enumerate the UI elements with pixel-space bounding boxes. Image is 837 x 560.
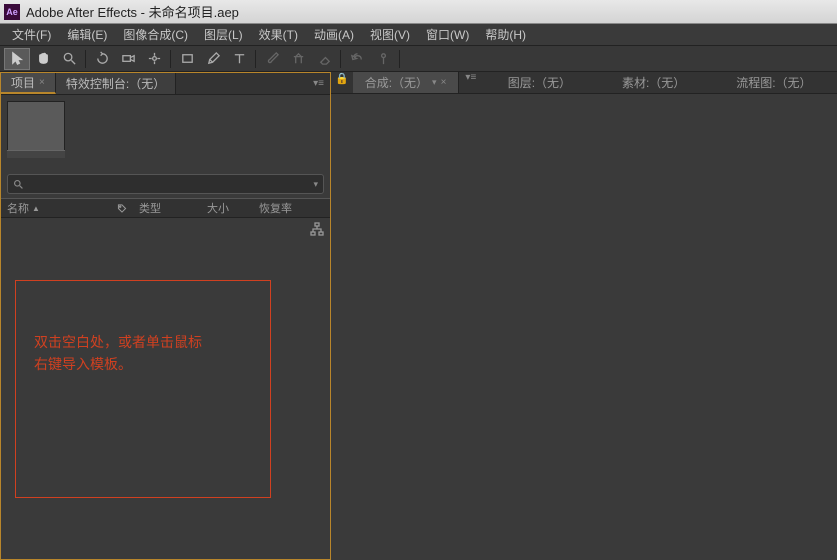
annotation-box: 双击空白处，或者单击鼠标 右键导入模板。 xyxy=(15,280,271,498)
search-icon xyxy=(13,179,24,190)
menu-layer[interactable]: 图层(L) xyxy=(196,24,251,45)
zoom-tool[interactable] xyxy=(56,48,82,70)
window-title: Adobe After Effects - 未命名项目.aep xyxy=(26,2,239,21)
roto-tool[interactable] xyxy=(344,48,370,70)
tab-effect-controls-label: 特效控制台:（无） xyxy=(66,75,165,92)
panel-menu-right[interactable]: ▾≡ xyxy=(459,72,482,93)
right-tab-row: 🔒 合成:（无） ▾ × ▾≡ 图层:（无） 素材:（无） 流程图:（无） xyxy=(331,72,837,94)
hint-line1: 双击空白处，或者单击鼠标 xyxy=(34,331,252,353)
left-tab-row: 项目 × 特效控制台:（无） ▾≡ xyxy=(1,73,330,95)
menu-edit[interactable]: 编辑(E) xyxy=(59,24,115,45)
flowchart-icon[interactable] xyxy=(310,222,326,238)
brush-tool[interactable] xyxy=(259,48,285,70)
camera-tool[interactable] xyxy=(115,48,141,70)
tab-composition[interactable]: 合成:（无） ▾ × xyxy=(353,72,460,93)
menu-bar: 文件(F) 编辑(E) 图像合成(C) 图层(L) 效果(T) 动画(A) 视图… xyxy=(0,24,837,46)
tab-project-label: 项目 xyxy=(11,74,35,91)
selection-tool[interactable] xyxy=(4,48,30,70)
tag-icon xyxy=(117,203,127,214)
tab-effect-controls[interactable]: 特效控制台:（无） xyxy=(56,73,176,94)
anchor-tool[interactable] xyxy=(141,48,167,70)
rotation-tool[interactable] xyxy=(89,48,115,70)
column-header: 名称 ▲ 类型 大小 恢复率 xyxy=(1,198,330,218)
col-type[interactable]: 类型 xyxy=(133,200,201,216)
window-titlebar: Ae Adobe After Effects - 未命名项目.aep xyxy=(0,0,837,24)
menu-effect[interactable]: 效果(T) xyxy=(251,24,306,45)
rectangle-tool[interactable] xyxy=(174,48,200,70)
workspace: 项目 × 特效控制台:（无） ▾≡ ▾ 名称 ▲ xyxy=(0,72,837,560)
close-icon[interactable]: × xyxy=(39,77,45,88)
viewer-panel: 🔒 合成:（无） ▾ × ▾≡ 图层:（无） 素材:（无） 流程图:（无） xyxy=(331,72,837,560)
menu-view[interactable]: 视图(V) xyxy=(362,24,418,45)
close-icon[interactable]: × xyxy=(441,77,447,88)
tab-flowchart[interactable]: 流程图:（无） xyxy=(724,72,823,93)
panel-menu-left[interactable]: ▾≡ xyxy=(307,78,330,89)
tab-project[interactable]: 项目 × xyxy=(1,73,56,94)
app-icon: Ae xyxy=(4,4,20,20)
composition-viewer[interactable] xyxy=(331,94,837,560)
search-input[interactable]: ▾ xyxy=(7,174,324,194)
tab-layer[interactable]: 图层:（无） xyxy=(496,72,583,93)
dropdown-icon[interactable]: ▾ xyxy=(313,179,318,190)
hand-tool[interactable] xyxy=(30,48,56,70)
menu-composition[interactable]: 图像合成(C) xyxy=(115,24,196,45)
project-panel: 项目 × 特效控制台:（无） ▾≡ ▾ 名称 ▲ xyxy=(0,72,331,560)
pin-tool[interactable] xyxy=(370,48,396,70)
tool-bar xyxy=(0,46,837,72)
col-tag[interactable] xyxy=(111,203,133,214)
tab-footage[interactable]: 素材:（无） xyxy=(610,72,697,93)
dropdown-icon: ▾ xyxy=(432,77,437,88)
menu-window[interactable]: 窗口(W) xyxy=(418,24,477,45)
col-size[interactable]: 大小 xyxy=(201,200,253,216)
col-duration[interactable]: 恢复率 xyxy=(253,200,330,216)
hint-line2: 右键导入模板。 xyxy=(34,353,252,375)
thumbnail-bar xyxy=(7,150,65,158)
text-tool[interactable] xyxy=(226,48,252,70)
thumbnail-area xyxy=(1,95,330,170)
menu-animation[interactable]: 动画(A) xyxy=(306,24,362,45)
menu-file[interactable]: 文件(F) xyxy=(4,24,59,45)
clone-tool[interactable] xyxy=(285,48,311,70)
pen-tool[interactable] xyxy=(200,48,226,70)
col-name[interactable]: 名称 ▲ xyxy=(1,200,111,216)
menu-help[interactable]: 帮助(H) xyxy=(477,24,534,45)
eraser-tool[interactable] xyxy=(311,48,337,70)
lock-icon[interactable]: 🔒 xyxy=(335,72,349,93)
composition-thumbnail[interactable] xyxy=(7,101,65,151)
project-body[interactable]: 双击空白处，或者单击鼠标 右键导入模板。 xyxy=(1,218,330,559)
sort-icon: ▲ xyxy=(32,204,40,213)
